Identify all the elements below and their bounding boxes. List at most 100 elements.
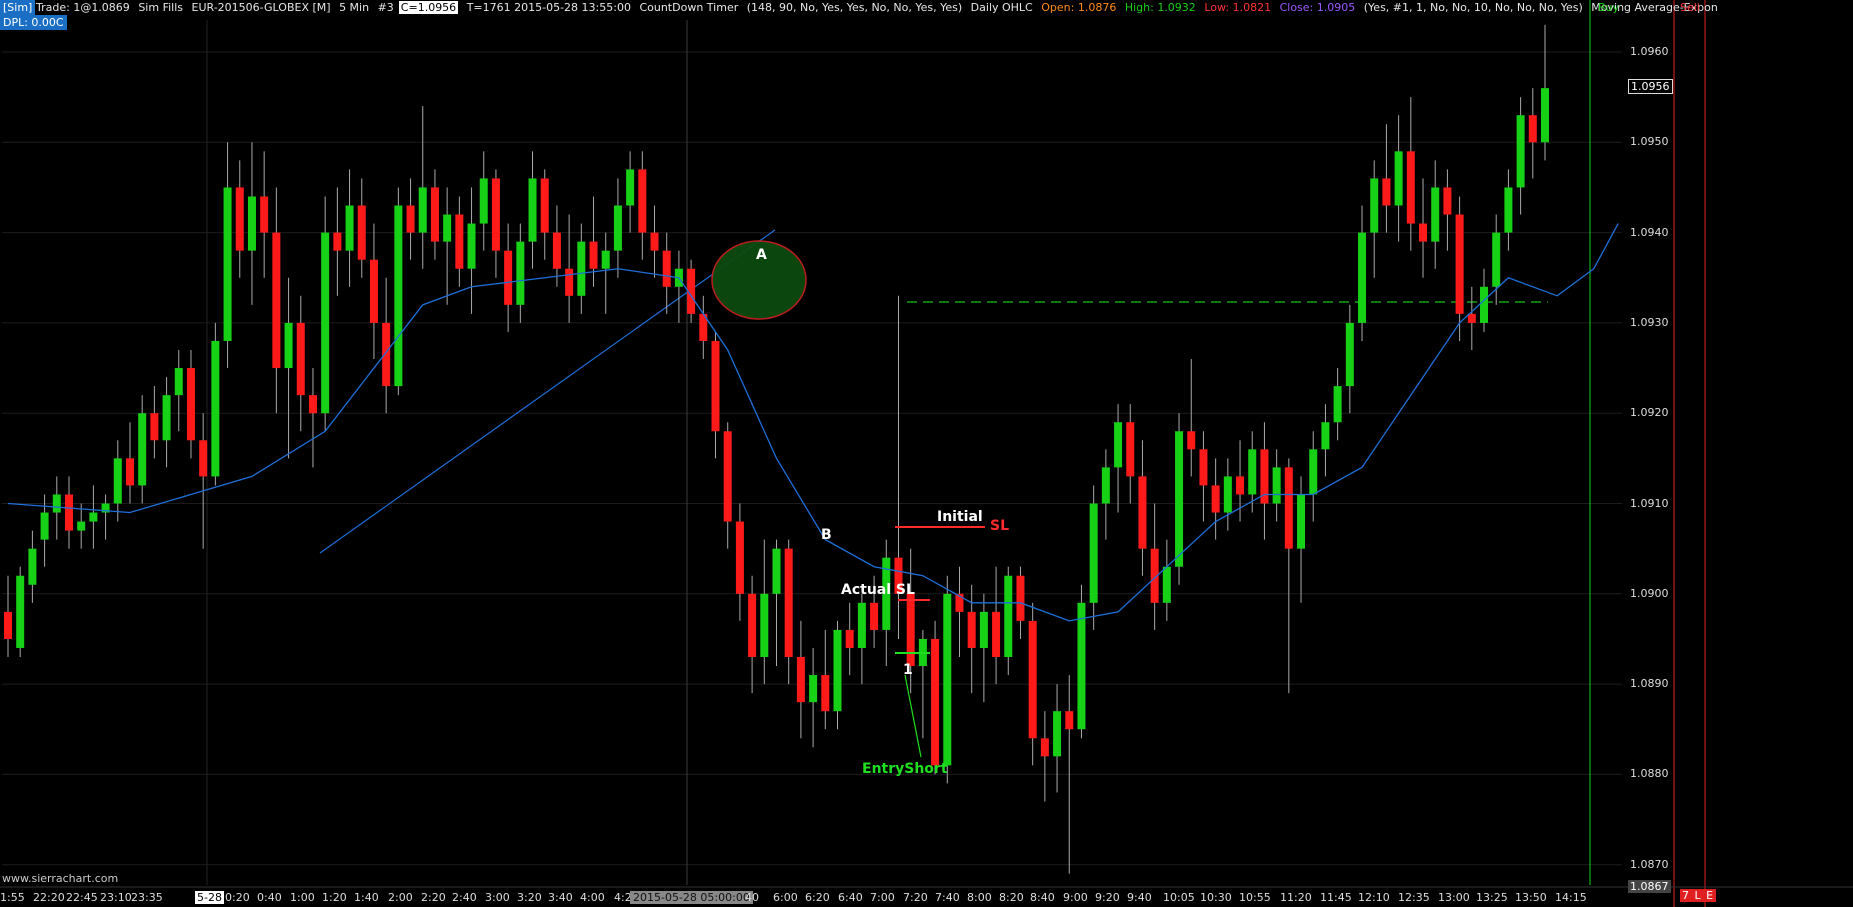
time-axis-label-text: 5-28 (195, 891, 224, 904)
candle-body (748, 593, 757, 658)
candle-body (64, 494, 73, 531)
time-axis-label-text: 11:20 (1280, 891, 1312, 904)
candle-body (1040, 738, 1049, 757)
candle-body (1516, 115, 1525, 188)
time-axis-label-text: 10:05 (1163, 891, 1195, 904)
time-axis-label: 9:20 (1095, 891, 1120, 904)
candle-body (565, 268, 574, 296)
time-axis-label: 23:35 (131, 891, 163, 904)
time-axis-label-text: 22:20 (33, 891, 65, 904)
time-axis-label-text: 8:00 (967, 891, 992, 904)
candle-body (1492, 232, 1501, 287)
candle-body (1370, 178, 1379, 233)
time-axis-label-text: 10:55 (1239, 891, 1271, 904)
candle-body (845, 629, 854, 648)
candle-body (1467, 313, 1476, 323)
candle-body (1272, 467, 1281, 504)
time-axis-label: 12:35 (1398, 891, 1430, 904)
current-price-tag: 1.0956 (1628, 79, 1673, 94)
timeframe-label[interactable]: 5 Min (339, 1, 369, 14)
price-axis-label: 1.0950 (1630, 135, 1669, 149)
candle-body (809, 675, 818, 703)
sell-label[interactable]: Sell (1680, 1, 1700, 14)
candle-body (1406, 151, 1415, 224)
study-countdown-params: (148, 90, No, Yes, Yes, No, No, Yes, Yes… (746, 1, 963, 14)
candle-body (589, 241, 598, 269)
time-axis-label: 4:00 (580, 891, 605, 904)
moving-average-line (7, 223, 1619, 622)
price-axis-label: 1.0890 (1630, 677, 1669, 691)
candle-body (333, 232, 342, 251)
ohlc-open: Open: 1.0876 (1041, 1, 1117, 14)
time-axis-label-text: 7:00 (870, 891, 895, 904)
trend-line (319, 229, 776, 554)
time-axis-label: 8:40 (1030, 891, 1055, 904)
time-axis-label: 9:00 (1063, 891, 1088, 904)
time-axis-label: 5-28 (195, 891, 224, 904)
candle-body (296, 322, 305, 396)
time-axis-label-text: 2:20 (421, 891, 446, 904)
price-axis-label: 1.0870 (1630, 857, 1669, 871)
candle-body (455, 214, 464, 269)
time-axis-label: 2015-05-28 05:00:00 (630, 891, 753, 904)
candle-body (1101, 467, 1110, 504)
time-info: T=1761 2015-05-28 13:55:00 (466, 1, 631, 14)
buy-label[interactable]: Buy (1598, 1, 1619, 14)
candle-body (1004, 575, 1013, 658)
candle-body (1211, 485, 1220, 513)
candle-body (1126, 422, 1135, 477)
candle-body (1223, 476, 1232, 513)
annotation-actual-sl: Actual SL (841, 582, 915, 598)
candle-body (223, 187, 232, 341)
candle-body (1077, 602, 1086, 730)
candle-body (1528, 115, 1537, 143)
candle-body (211, 340, 220, 477)
time-axis-label-text: 6:00 (773, 891, 798, 904)
candle-body (772, 548, 781, 594)
candle-body (638, 169, 647, 233)
candle-body (443, 214, 452, 242)
candle-body (1419, 223, 1428, 242)
candle-body (662, 250, 671, 287)
candle-body (77, 521, 86, 531)
time-axis-label: 2:20 (421, 891, 446, 904)
candle-body (870, 602, 879, 630)
candle-body (1028, 620, 1037, 739)
candle-body (272, 232, 281, 369)
candle-body (967, 611, 976, 648)
time-axis-label-text: 4:00 (580, 891, 605, 904)
candle-body (321, 232, 330, 414)
candle-body (711, 340, 720, 432)
sim-tag[interactable]: [Sim] (0, 0, 36, 15)
time-axis-label-text: 7:20 (903, 891, 928, 904)
time-axis-label-text: 13:25 (1476, 891, 1508, 904)
candle-body (1382, 178, 1391, 206)
time-axis-label: 7:40 (935, 891, 960, 904)
candle-body (174, 368, 183, 396)
candle-body (1248, 449, 1257, 495)
time-axis-label-text: 23:35 (131, 891, 163, 904)
time-axis-label-text: 1:20 (322, 891, 347, 904)
time-axis-label: 23:10 (100, 891, 132, 904)
candle-body (1053, 711, 1062, 757)
time-axis-label-text: 14:15 (1555, 891, 1587, 904)
candle-body (125, 458, 134, 486)
candle-body (1504, 187, 1513, 233)
time-axis-label: 0:40 (257, 891, 282, 904)
candle-body (284, 322, 293, 369)
symbol-label[interactable]: EUR-201506-GLOBEX [M] (192, 1, 331, 14)
time-axis-label-text: 9:00 (1063, 891, 1088, 904)
time-axis-label-text: 2:00 (388, 891, 413, 904)
time-axis-label: 6:00 (773, 891, 798, 904)
time-axis-label: 13:50 (1515, 891, 1547, 904)
time-axis-label-text: 1:40 (354, 891, 379, 904)
price-axis-label: 1.0920 (1630, 406, 1669, 420)
chart-number: #3 (377, 1, 394, 14)
time-axis-label: 22:45 (66, 891, 98, 904)
candle-body (260, 196, 269, 233)
candle-body (857, 602, 866, 648)
time-axis-label-text: 3:40 (548, 891, 573, 904)
time-axis-label: 10:30 (1200, 891, 1232, 904)
candle-body (308, 395, 317, 414)
time-axis-label-text: 40 (745, 891, 759, 904)
